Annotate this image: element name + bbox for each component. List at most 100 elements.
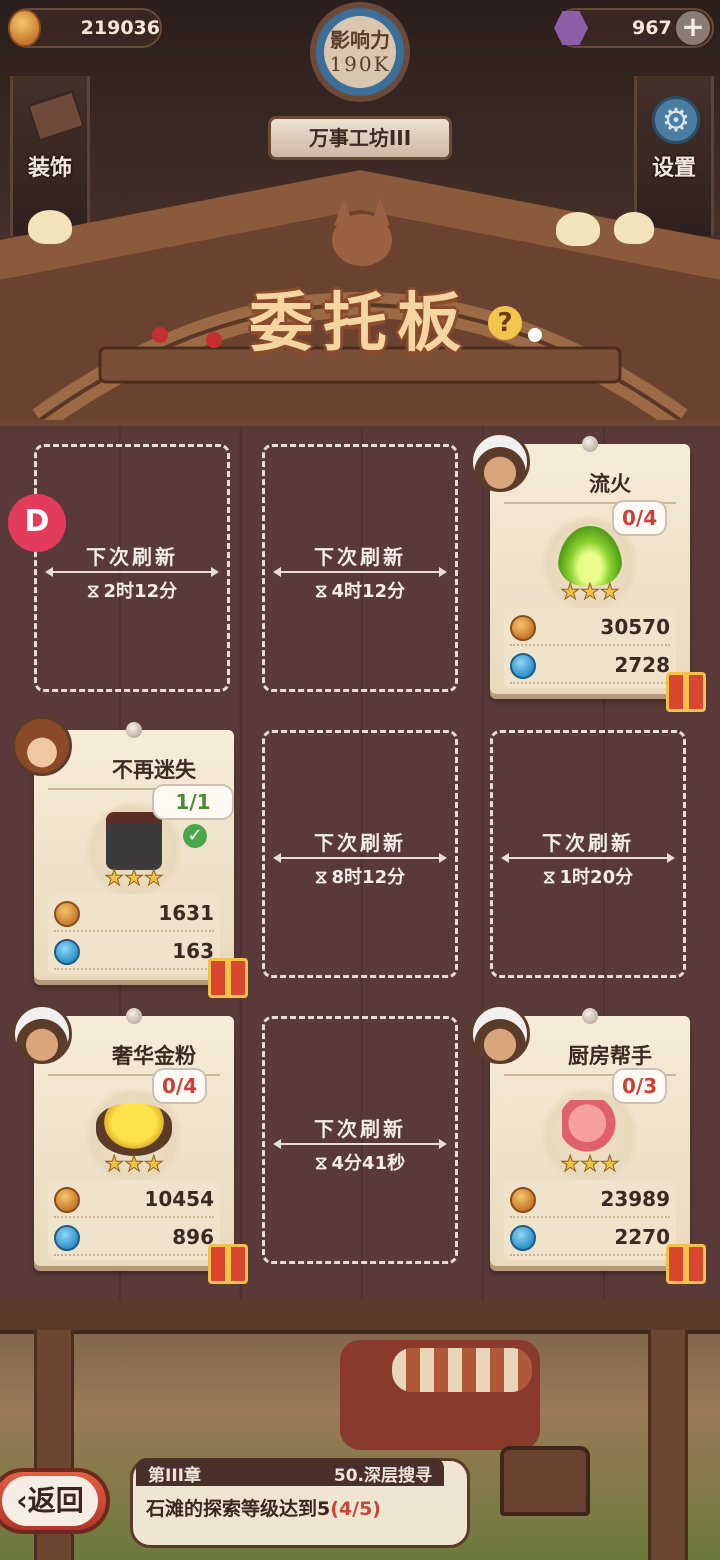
gold-coin-icon [510,1187,536,1213]
reward-list: 1631 163 [48,894,220,974]
pin-icon [126,1008,142,1024]
influence-label: 影响力 [330,28,390,52]
avatar [12,1004,72,1064]
reputation-reward-row: 896 [54,1220,214,1256]
star-icon: ★ [560,1152,581,1178]
hourglass-icon: ⧖ [314,1153,328,1174]
empty-slot: 下次刷新 ⧖ 4时12分 [262,444,458,692]
empty-slot: 下次刷新 ⧖ 2时12分 [34,444,230,692]
star-icon: ★ [580,1152,601,1178]
refresh-timer: ⧖ 4分41秒 [314,1153,406,1174]
gift-icon[interactable] [208,1244,248,1284]
refresh-label: 下次刷新 [86,545,178,569]
bird-icon [614,212,654,244]
star-icon: ★ [124,1152,145,1178]
gem-counter[interactable]: 967 + [554,8,714,48]
progress-bubble: 0/4 [152,1068,208,1104]
back-button[interactable]: ‹返回 [0,1468,110,1534]
gear-icon: ⚙ [652,96,700,144]
commission-card[interactable]: 不再迷失 1/1✓ ★★★ 1631 163 [34,722,234,980]
star-icon: ★ [599,1152,620,1178]
refresh-timer: ⧖ 2时12分 [86,581,178,602]
chevron-left-icon: ‹ [16,1484,28,1517]
gold-reward-row: 1631 [54,896,214,932]
empty-slot: 下次刷新 ⧖ 4分41秒 [262,1016,458,1264]
reputation-icon [54,939,80,965]
hourglass-icon: ⧖ [542,867,556,888]
reputation-icon [510,1225,536,1251]
influence-value: 190K [329,52,391,76]
gold-coin-icon [54,901,80,927]
refresh-timer: ⧖ 1时20分 [542,867,634,888]
avatar [12,716,72,776]
seahorse-icon [562,1100,618,1158]
reputation-icon [54,1225,80,1251]
scroll-item [392,1348,532,1392]
refresh-timer: ⧖ 4时12分 [314,581,406,602]
quest-header: 第III章 50.深层搜寻 [136,1458,444,1486]
progress-bubble: 1/1✓ [152,784,234,848]
refresh-label: 下次刷新 [314,545,406,569]
treasure-chest-icon[interactable] [500,1446,590,1516]
divider [273,567,447,577]
refresh-timer: ⧖ 8时12分 [314,867,406,888]
refresh-label: 下次刷新 [314,1117,406,1141]
star-icon: ★ [143,1152,164,1178]
star-icon: ★ [580,580,601,606]
wooden-post [648,1330,688,1560]
refresh-label: 下次刷新 [542,831,634,855]
add-gems-icon[interactable]: + [676,11,710,45]
reputation-reward-row: 163 [54,934,214,970]
green-fire-icon [558,526,622,586]
progress-bubble: 0/4 [612,500,668,536]
card-title: 不再迷失 [112,758,196,782]
board-title: 委托板 [249,287,471,361]
gold-coin-icon [8,9,41,47]
progress-bubble: 0/3 [612,1068,668,1104]
quest-name: 50.深层搜寻 [333,1466,432,1486]
gold-reward-row: 10454 [54,1182,214,1218]
reward-list: 23989 2270 [504,1180,676,1260]
gold-coin-icon [510,615,536,641]
floating-event-icon[interactable]: D [8,494,66,552]
gem-icon [554,11,588,45]
quest-progress: (4/5) [330,1498,381,1520]
gift-icon[interactable] [666,1244,706,1284]
hammer-icon [26,89,86,143]
gift-icon[interactable] [666,672,706,712]
card-title: 流火 [589,472,631,496]
avatar [470,1004,530,1064]
empty-slot: 下次刷新 ⧖ 1时20分 [490,730,686,978]
quest-chapter: 第III章 [148,1466,201,1486]
avatar [470,432,530,492]
star-rating: ★★★ [92,1152,176,1178]
pin-icon [582,436,598,452]
check-icon: ✓ [183,823,207,848]
board-bottom-beam [0,1300,720,1334]
reputation-reward-row: 2728 [510,648,670,684]
ink-bottle-icon [106,812,162,870]
gem-value: 967 [632,17,672,39]
bird-icon [556,212,600,246]
quest-description: 石滩的探索等级达到5(4/5) [146,1498,381,1520]
hourglass-icon: ⧖ [86,581,100,602]
star-icon: ★ [124,866,145,892]
workshop-name: 万事工坊III [308,126,412,150]
divider [501,853,675,863]
star-rating: ★★★ [92,866,176,892]
gold-reward-row: 30570 [510,610,670,646]
gold-coin-icon [54,1187,80,1213]
gift-icon[interactable] [208,958,248,998]
refresh-label: 下次刷新 [314,831,406,855]
pin-icon [126,722,142,738]
star-rating: ★★★ [548,580,632,606]
star-rating: ★★★ [548,1152,632,1178]
gold-reward-row: 23989 [510,1182,670,1218]
star-icon: ★ [104,866,125,892]
hourglass-icon: ⧖ [314,581,328,602]
gold-powder-icon [96,1104,172,1156]
help-icon[interactable]: ? [488,306,522,340]
star-icon: ★ [560,580,581,606]
reputation-reward-row: 2270 [510,1220,670,1256]
gold-counter[interactable]: 219036 [8,8,162,48]
